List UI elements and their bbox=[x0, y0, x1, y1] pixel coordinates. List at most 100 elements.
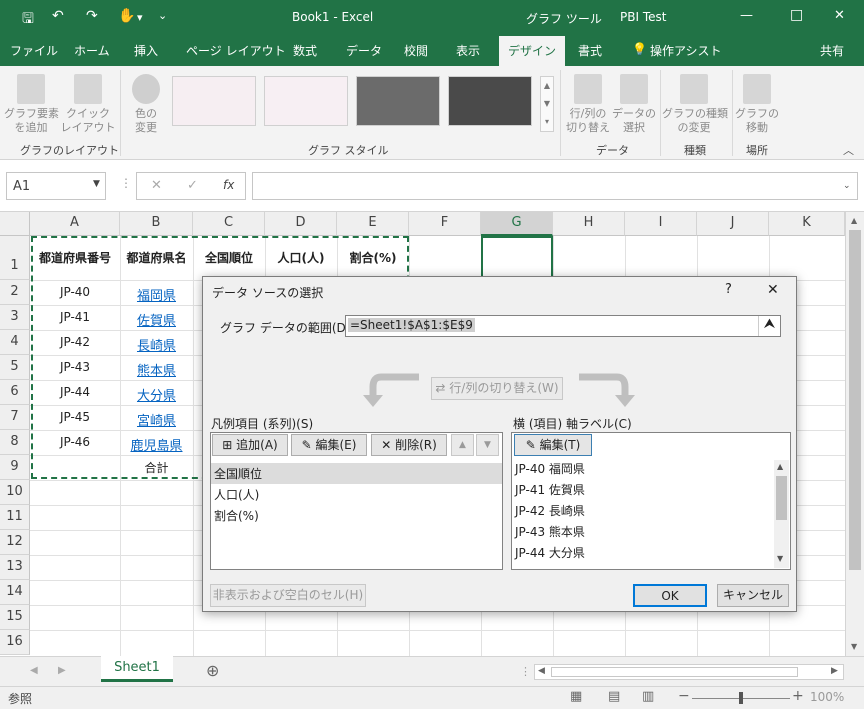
delete-series-button[interactable]: ✕ 削除(R) bbox=[371, 434, 447, 456]
row-header-16[interactable]: 16 bbox=[0, 630, 30, 655]
cell-e1[interactable]: 割合(%) bbox=[337, 249, 409, 266]
edit-axis-labels-button[interactable]: ✎ 編集(T) bbox=[514, 434, 592, 456]
cell-a2[interactable]: JP-40 bbox=[30, 285, 120, 299]
scroll-thumb[interactable] bbox=[849, 230, 861, 570]
horizontal-scrollbar[interactable]: ◀ ▶ bbox=[534, 664, 844, 680]
row-header-3[interactable]: 3 bbox=[0, 305, 30, 330]
prev-sheet-icon[interactable]: ◀ bbox=[30, 665, 38, 676]
select-data-button[interactable]: データの 選択 bbox=[612, 74, 656, 135]
switch-row-column-button[interactable]: ⇄ 行/列の切り替え(W) bbox=[431, 377, 563, 400]
quick-layout-button[interactable]: クイック レイアウト bbox=[60, 74, 116, 135]
close-icon[interactable]: ✕ bbox=[834, 8, 845, 23]
undo-icon[interactable]: ↶ bbox=[52, 8, 64, 24]
cell-b5[interactable]: 熊本県 bbox=[120, 360, 193, 379]
change-colors-button[interactable]: 色の 変更 bbox=[124, 74, 168, 135]
move-up-button[interactable]: ▲ bbox=[451, 434, 474, 456]
formula-input[interactable]: ⌄ bbox=[252, 172, 858, 200]
restore-icon[interactable]: □ bbox=[790, 7, 803, 23]
series-item[interactable]: 割合(%) bbox=[214, 506, 259, 526]
move-chart-button[interactable]: グラフの 移動 bbox=[734, 74, 780, 135]
sheet-bar-splitter[interactable]: ⋮ bbox=[520, 665, 531, 678]
row-header-12[interactable]: 12 bbox=[0, 530, 30, 555]
column-header-j[interactable]: J bbox=[697, 212, 769, 236]
row-header-7[interactable]: 7 bbox=[0, 405, 30, 430]
row-header-5[interactable]: 5 bbox=[0, 355, 30, 380]
axis-label-item[interactable]: JP-42 長崎県 bbox=[515, 501, 585, 521]
cell-a6[interactable]: JP-44 bbox=[30, 385, 120, 399]
cell-a3[interactable]: JP-41 bbox=[30, 310, 120, 324]
add-chart-element-button[interactable]: グラフ要素 を追加 bbox=[4, 74, 59, 135]
tab-file[interactable]: ファイル bbox=[10, 42, 58, 64]
row-header-1[interactable]: 1 bbox=[0, 236, 30, 280]
column-header-e[interactable]: E bbox=[337, 212, 409, 236]
collapse-range-icon[interactable]: ⮝ bbox=[758, 316, 780, 336]
row-header-10[interactable]: 10 bbox=[0, 480, 30, 505]
ok-button[interactable]: OK bbox=[633, 584, 707, 607]
cell-b3[interactable]: 佐賀県 bbox=[120, 310, 193, 329]
column-header-f[interactable]: F bbox=[409, 212, 481, 236]
column-header-k[interactable]: K bbox=[769, 212, 845, 236]
axis-list-scrollbar[interactable]: ▲ ▼ bbox=[774, 460, 789, 568]
scroll-right-icon[interactable]: ▶ bbox=[831, 666, 838, 676]
tab-insert[interactable]: 挿入 bbox=[134, 42, 158, 64]
chart-style-thumbnail[interactable] bbox=[448, 76, 532, 126]
normal-view-icon[interactable]: ▦ bbox=[570, 689, 582, 704]
cell-a4[interactable]: JP-42 bbox=[30, 335, 120, 349]
hidden-empty-cells-button[interactable]: 非表示および空白のセル(H) bbox=[210, 584, 366, 607]
move-down-button[interactable]: ▼ bbox=[476, 434, 499, 456]
tab-home[interactable]: ホーム bbox=[74, 42, 110, 64]
zoom-level[interactable]: 100% bbox=[810, 690, 844, 704]
sheet-tab-sheet1[interactable]: Sheet1 bbox=[101, 656, 173, 682]
zoom-slider-thumb[interactable] bbox=[739, 692, 743, 704]
change-chart-type-button[interactable]: グラフの種類 の変更 bbox=[662, 74, 728, 135]
series-item[interactable]: 人口(人) bbox=[214, 485, 259, 505]
cell-a5[interactable]: JP-43 bbox=[30, 360, 120, 374]
redo-icon[interactable]: ↷ bbox=[86, 8, 98, 24]
tell-me-search[interactable]: 操作アシスト bbox=[650, 42, 722, 64]
scroll-up-icon[interactable]: ▲ bbox=[777, 462, 783, 471]
axis-label-item[interactable]: JP-44 大分県 bbox=[515, 543, 585, 563]
name-box[interactable]: A1 ▼ bbox=[6, 172, 106, 200]
confirm-entry-icon[interactable]: ✓ bbox=[187, 178, 198, 193]
row-header-4[interactable]: 4 bbox=[0, 330, 30, 355]
cell-b8[interactable]: 鹿児島県 bbox=[120, 435, 193, 454]
column-header-c[interactable]: C bbox=[193, 212, 265, 236]
style-gallery-scroll[interactable]: ▲ ▼ ▾ bbox=[540, 76, 554, 132]
scroll-down-icon[interactable]: ▼ bbox=[851, 642, 857, 651]
add-sheet-icon[interactable]: ⊕ bbox=[206, 661, 219, 680]
tab-format[interactable]: 書式 bbox=[578, 42, 602, 64]
tab-page-layout[interactable]: ページ レイアウト bbox=[186, 42, 286, 64]
zoom-in-icon[interactable]: + bbox=[792, 688, 804, 704]
scroll-thumb[interactable] bbox=[551, 667, 798, 677]
axis-label-item[interactable]: JP-40 福岡県 bbox=[515, 459, 585, 479]
scroll-left-icon[interactable]: ◀ bbox=[538, 666, 545, 676]
row-header-13[interactable]: 13 bbox=[0, 555, 30, 580]
scroll-down-icon[interactable]: ▼ bbox=[777, 554, 783, 563]
minimize-icon[interactable]: — bbox=[740, 8, 753, 23]
add-series-button[interactable]: ⊞ 追加(A) bbox=[212, 434, 288, 456]
row-header-9[interactable]: 9 bbox=[0, 455, 30, 480]
select-all-corner[interactable] bbox=[0, 212, 30, 236]
page-layout-view-icon[interactable]: ▤ bbox=[608, 689, 620, 704]
cell-b2[interactable]: 福岡県 bbox=[120, 285, 193, 304]
tab-formulas[interactable]: 数式 bbox=[293, 42, 317, 64]
vertical-scrollbar[interactable]: ▲ ▼ bbox=[845, 212, 864, 656]
chevron-down-icon[interactable]: ▼ bbox=[93, 179, 100, 189]
column-header-b[interactable]: B bbox=[120, 212, 193, 236]
cell-a1[interactable]: 都道府県番号 bbox=[30, 249, 120, 266]
cell-b1[interactable]: 都道府県名 bbox=[120, 249, 193, 266]
cell-a8[interactable]: JP-46 bbox=[30, 435, 120, 449]
axis-label-item[interactable]: JP-41 佐賀県 bbox=[515, 480, 585, 500]
row-header-15[interactable]: 15 bbox=[0, 605, 30, 630]
column-header-h[interactable]: H bbox=[553, 212, 625, 236]
edit-series-button[interactable]: ✎ 編集(E) bbox=[291, 434, 367, 456]
row-header-2[interactable]: 2 bbox=[0, 280, 30, 305]
cancel-button[interactable]: キャンセル bbox=[717, 584, 789, 607]
chart-style-thumbnail[interactable] bbox=[356, 76, 440, 126]
save-icon[interactable]: 🖫 bbox=[22, 8, 34, 32]
cell-b6[interactable]: 大分県 bbox=[120, 385, 193, 404]
row-header-14[interactable]: 14 bbox=[0, 580, 30, 605]
column-header-d[interactable]: D bbox=[265, 212, 337, 236]
scroll-thumb[interactable] bbox=[776, 476, 787, 520]
cancel-entry-icon[interactable]: ✕ bbox=[151, 178, 162, 193]
